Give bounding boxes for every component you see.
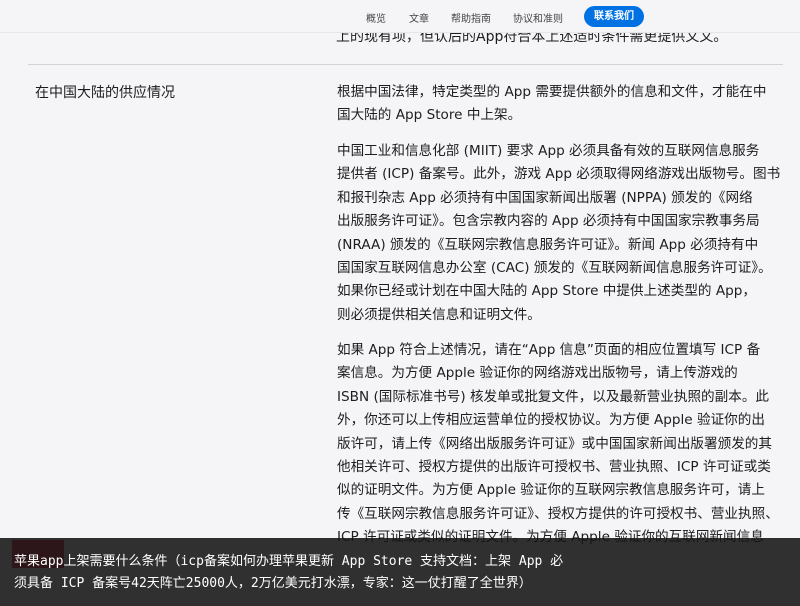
paragraph-line: 如果 App 符合上述情况，请在“App 信息”页面的相应位置填写 ICP 备 (337, 342, 761, 358)
section-divider (28, 64, 783, 65)
contact-us-button[interactable]: 联系我们 (584, 6, 644, 27)
nav-agreements-guidelines-link[interactable]: 协议和准则 (513, 10, 563, 25)
paragraph-line: 国国家互联网信息办公室 (CAC) 颁发的《互联网新闻信息服务许可证》。 (337, 260, 772, 277)
top-nav-bar: 概览 文章 帮助指南 协议和准则 联系我们 (0, 0, 800, 33)
paragraph-line: 和报刊杂志 App 必须持有中国国家新闻出版署 (NPPA) 颁发的《网络 (337, 189, 753, 206)
paragraph-line: 出版服务许可证》。包含宗教内容的 App 必须持有中国国家宗教事务局 (337, 213, 760, 230)
paragraph-line: 他相关许可、授权方提供的出版许可授权书、营业执照、ICP 许可证或类 (337, 459, 771, 476)
paragraph-line: ISBN (国际标准书号) 核发单或批复文件，以及最新营业执照的副本。此 (337, 388, 770, 405)
paragraph-line: 版许可，请上传《网络出版服务许可证》或中国国家新闻出版署颁发的其 (337, 435, 772, 452)
availability-paragraph-3: 如果 App 符合上述情况，请在“App 信息”页面的相应位置填写 ICP 备 … (337, 339, 779, 550)
availability-paragraph-1: 根据中国法律，特定类型的 App 需要提供额外的信息和文件，才能在中 国大陆的 … (337, 81, 779, 128)
nav-overview-link[interactable]: 概览 (366, 10, 386, 25)
paragraph-line: 提供者 (ICP) 备案号。此外，游戏 App 必须取得网络游戏出版物号。图书 (337, 166, 781, 183)
article-caption-overlay: 苹果app上架需要什么条件（icp备案如何办理苹果更新 App Store 支持… (0, 538, 800, 606)
availability-paragraph-2: 中国工业和信息化部 (MIIT) 要求 App 必须具备有效的互联网信息服务 提… (337, 140, 781, 327)
paragraph-line: 似的证明文件。为方便 Apple 验证你的互联网宗教信息服务许可，请上 (337, 482, 765, 499)
paragraph-line: 外，你还可以上传相应运营单位的授权协议。为方便 Apple 验证你的出 (337, 412, 765, 429)
paragraph-line: 传《互联网宗教信息服务许可证》、授权方提供的许可授权书、营业执照、 (337, 505, 779, 522)
section-label: 在中国大陆的供应情况 (35, 85, 175, 101)
paragraph-line: 如果你已经或计划在中国大陆的 App Store 中提供上述类型的 App， (337, 283, 756, 300)
nav-articles-link[interactable]: 文章 (409, 10, 429, 25)
caption-line: 须具备 ICP 备案号42天阵亡25000人，2万亿美元打水漂，专家：这一仗打醒… (14, 576, 532, 591)
paragraph-line: 中国工业和信息化部 (MIIT) 要求 App 必须具备有效的互联网信息服务 (337, 143, 760, 159)
paragraph-line: 国大陆的 App Store 中上架。 (337, 107, 522, 124)
nav-help-guides-link[interactable]: 帮助指南 (451, 10, 491, 25)
caption-text: 苹果app上架需要什么条件（icp备案如何办理苹果更新 App Store 支持… (14, 551, 794, 595)
caption-line: 苹果app上架需要什么条件（icp备案如何办理苹果更新 App Store 支持… (14, 554, 564, 569)
paragraph-line: 则必须提供相关信息和证明文件。 (337, 306, 541, 323)
paragraph-line: 案信息。为方便 Apple 验证你的网络游戏出版物号，请上传游戏的 (337, 365, 738, 382)
paragraph-line: (NRAA) 颁发的《互联网宗教信息服务许可证》。新闻 App 必须持有中 (337, 236, 759, 253)
paragraph-line: 根据中国法律，特定类型的 App 需要提供额外的信息和文件，才能在中 (337, 84, 767, 100)
